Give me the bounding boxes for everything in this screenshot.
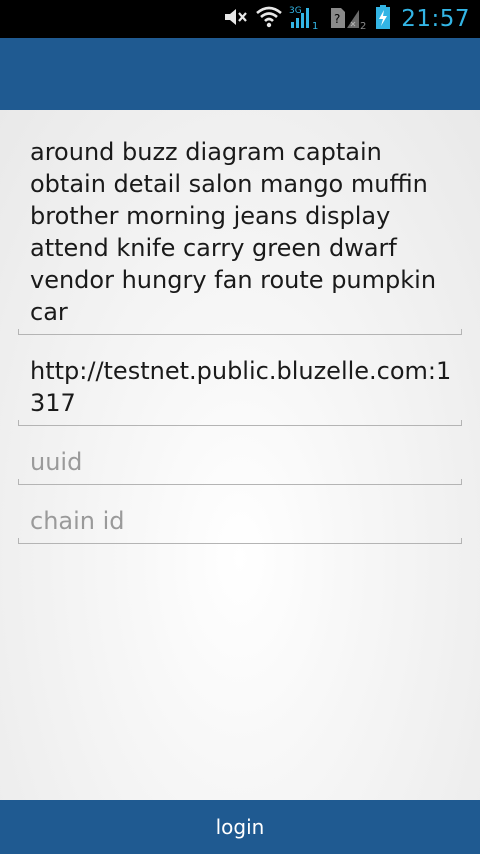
network-label: 3G bbox=[289, 6, 302, 16]
sim2-badge: 2 bbox=[360, 21, 366, 30]
uuid-placeholder: uuid bbox=[30, 448, 83, 476]
app-bar bbox=[0, 38, 480, 110]
svg-text:?: ? bbox=[334, 12, 340, 26]
sim1-badge: 1 bbox=[312, 21, 318, 30]
no-sim-icon: ? 2 bbox=[329, 4, 369, 34]
endpoint-field[interactable]: http://testnet.public.bluzelle.com:1317 bbox=[18, 355, 462, 426]
mute-icon bbox=[223, 6, 249, 32]
wifi-icon bbox=[255, 6, 283, 32]
login-label: login bbox=[215, 815, 265, 839]
login-form: around buzz diagram captain obtain detai… bbox=[0, 110, 480, 800]
mnemonic-field[interactable]: around buzz diagram captain obtain detai… bbox=[18, 136, 462, 335]
battery-charging-icon bbox=[375, 4, 391, 34]
chain-id-field[interactable]: chain id bbox=[18, 505, 462, 544]
status-bar: 3G 1 ? 2 21:57 bbox=[0, 0, 480, 38]
signal-3g-icon: 3G 1 bbox=[289, 4, 323, 34]
chain-id-placeholder: chain id bbox=[30, 507, 125, 535]
clock: 21:57 bbox=[401, 6, 470, 32]
endpoint-value: http://testnet.public.bluzelle.com:1317 bbox=[30, 357, 452, 417]
login-button[interactable]: login bbox=[0, 800, 480, 854]
mnemonic-value: around buzz diagram captain obtain detai… bbox=[30, 138, 444, 326]
uuid-field[interactable]: uuid bbox=[18, 446, 462, 485]
